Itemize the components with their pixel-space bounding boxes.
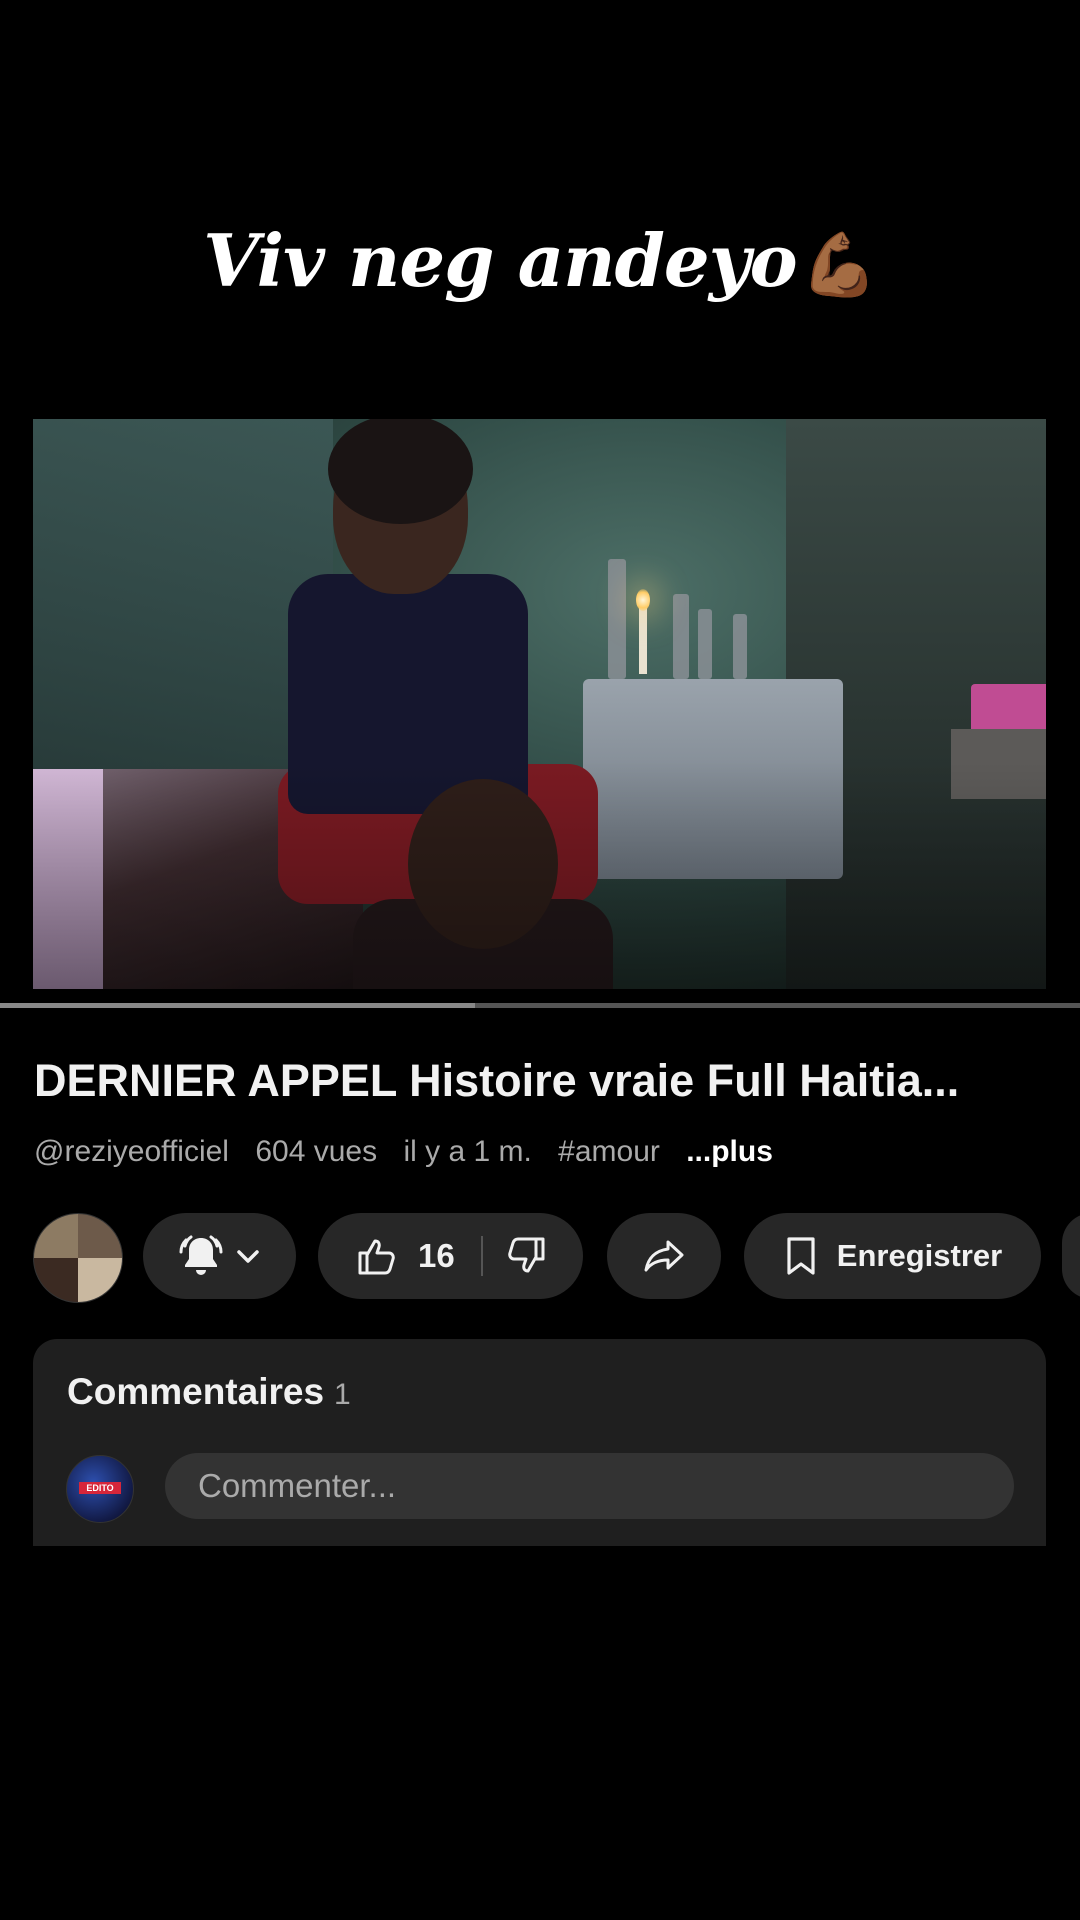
save-button-label: Enregistrer [836, 1238, 1003, 1273]
subscription-bell-button[interactable] [143, 1213, 296, 1299]
more-description-link[interactable]: ...plus [686, 1135, 773, 1168]
comments-header: Commentaires 1 [67, 1371, 351, 1413]
video-player[interactable] [33, 419, 1046, 989]
video-title[interactable]: DERNIER APPEL Histoire vraie Full Haitia… [34, 1055, 1054, 1107]
video-overlay-caption: Viv neg andeyo💪🏾 [0, 218, 1080, 303]
video-metadata: @reziyeofficiel 604 vues il y a 1 m. #am… [34, 1135, 791, 1169]
thumbs-up-icon[interactable] [356, 1235, 398, 1277]
like-count: 16 [418, 1237, 455, 1274]
hashtag-link[interactable]: #amour [558, 1135, 660, 1168]
like-dislike-group: 16 [318, 1213, 583, 1299]
video-buffer-bar [0, 1003, 476, 1008]
comments-panel[interactable]: Commentaires 1 EDITO Commenter... [33, 1339, 1046, 1546]
share-arrow-icon [644, 1240, 684, 1272]
upload-time: il y a 1 m. [403, 1135, 532, 1168]
share-button[interactable] [607, 1213, 721, 1299]
view-count: 604 vues [255, 1135, 378, 1168]
like-dislike-divider [480, 1236, 483, 1276]
chevron-down-icon [236, 1250, 259, 1263]
save-button[interactable]: Enregistrer [744, 1213, 1041, 1299]
comment-input[interactable]: Commenter... [165, 1453, 1014, 1519]
user-avatar-logo-text: EDITO [79, 1482, 121, 1494]
comments-count: 1 [334, 1378, 351, 1411]
bookmark-icon [787, 1237, 815, 1275]
overlay-caption-text: Viv neg andeyo [203, 218, 797, 303]
channel-handle[interactable]: @reziyeofficiel [34, 1135, 229, 1168]
user-avatar: EDITO [66, 1455, 134, 1523]
flexed-biceps-emoji-icon: 💪🏾 [800, 228, 878, 301]
thumbs-down-icon[interactable] [505, 1235, 547, 1277]
action-bar: 16 Enregistrer [33, 1213, 1080, 1303]
channel-avatar[interactable] [33, 1213, 123, 1303]
bell-ringing-icon [179, 1235, 222, 1275]
comments-title: Commentaires [67, 1371, 325, 1412]
video-progress-bar[interactable] [0, 1003, 1080, 1008]
more-actions-button-partial[interactable] [1062, 1213, 1080, 1299]
